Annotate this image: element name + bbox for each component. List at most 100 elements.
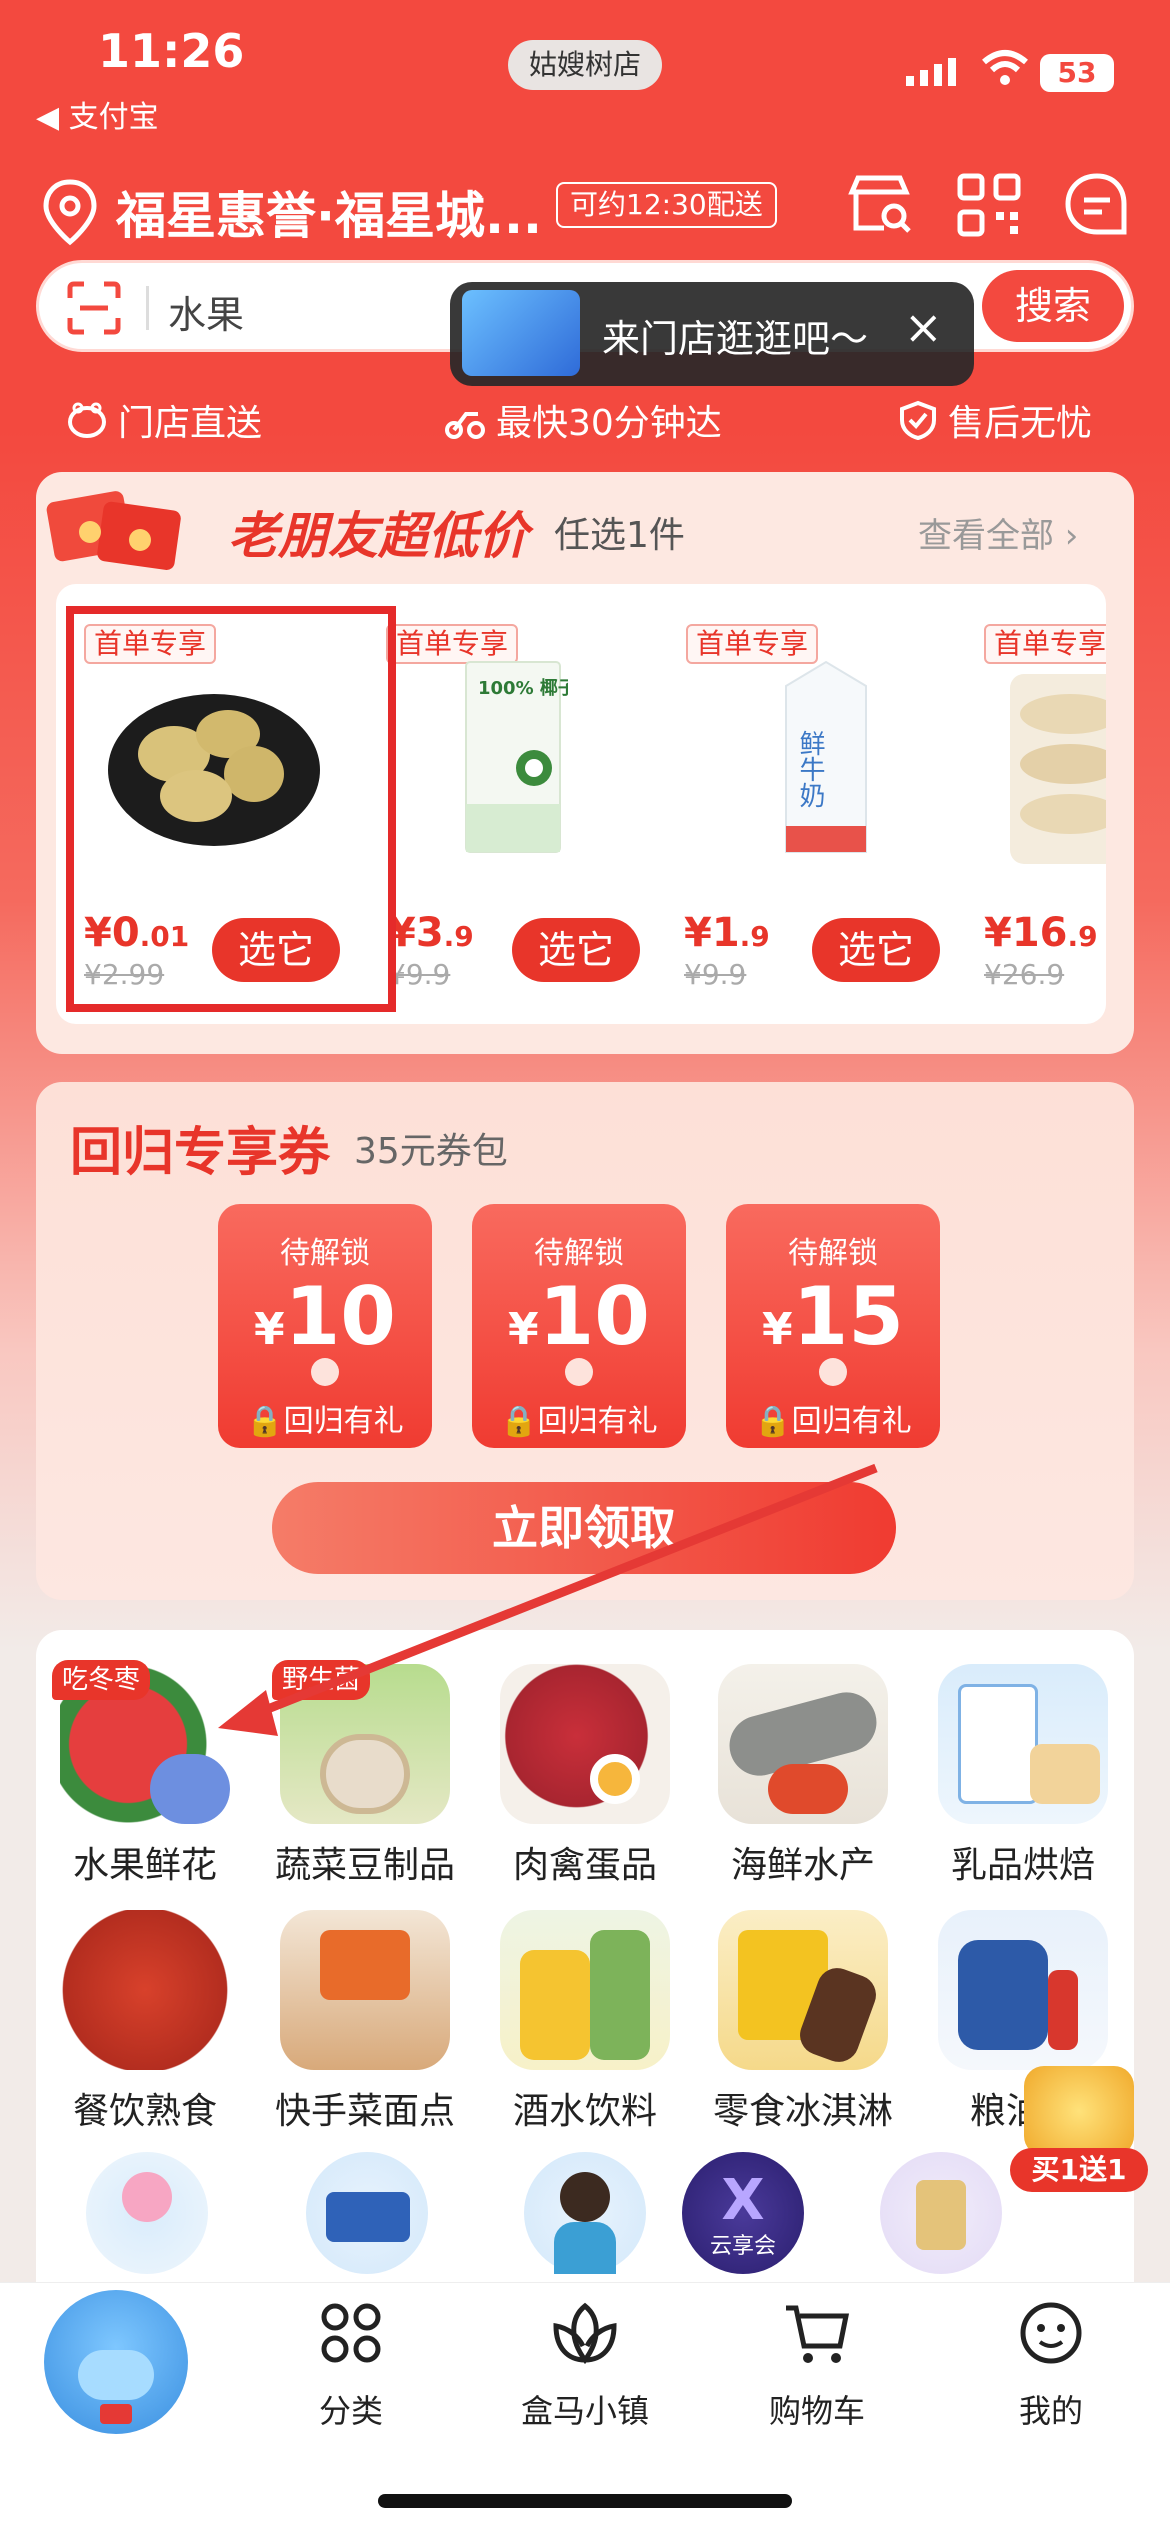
coupon-status: 待解锁 <box>280 1236 370 1271</box>
coupon-amount: ¥15 <box>762 1270 904 1363</box>
coupon-gift: 🔒回归有礼 <box>754 1404 912 1439</box>
lotus-root-icon <box>320 1734 410 1814</box>
uniform-icon <box>554 2222 616 2274</box>
first-order-tag: 首单专享 <box>984 624 1106 664</box>
nav-label-mine[interactable]: 我的 <box>951 2386 1151 2432</box>
dairy-bakery-category-icon[interactable] <box>938 1664 1108 1824</box>
trophy-icon <box>1024 2066 1134 2156</box>
store-name-pill: 姑嫂树店 <box>508 40 662 90</box>
scooter-icon <box>445 412 485 439</box>
category-label[interactable]: 快手菜面点 <box>255 2082 475 2134</box>
ice-cream-scoop-icon <box>122 2172 172 2222</box>
category-label[interactable]: 水果鲜花 <box>35 1836 255 1888</box>
tissue-pack-icon[interactable] <box>306 2152 428 2274</box>
crayfish-icon <box>768 1764 848 1814</box>
category-label[interactable]: 餐饮熟食 <box>35 2082 255 2134</box>
product-card-clipped[interactable]: 首单专享 ¥16.9 ¥26.9 <box>980 600 1106 1020</box>
view-all-link[interactable]: 查看全部 › <box>918 508 1078 557</box>
snack-icecream-category-icon[interactable] <box>718 1910 888 2070</box>
product-old-price: ¥9.9 <box>684 958 747 991</box>
message-icon[interactable] <box>1062 170 1132 240</box>
coupon-amount: ¥10 <box>254 1270 396 1363</box>
drinks-category-icon[interactable] <box>500 1910 670 2070</box>
coupon-notch <box>311 1358 339 1386</box>
buy-one-get-one-floating-badge[interactable]: 买1送1 <box>1004 2066 1154 2196</box>
pick-button[interactable]: 选它 <box>512 918 640 982</box>
feature-label: 售后无忧 <box>948 403 1093 444</box>
delivery-time-badge: 可约12:30配送 <box>556 182 777 228</box>
qr-code-icon[interactable] <box>954 170 1024 240</box>
delivery-address[interactable]: 福星惠誉·福星城... <box>116 176 542 248</box>
product-pack-text: 鲜牛奶 <box>795 730 825 808</box>
category-label[interactable]: 蔬菜豆制品 <box>255 1836 475 1888</box>
product-price: ¥3.9 <box>388 910 474 956</box>
category-label[interactable]: 乳品烘焙 <box>913 1836 1133 1888</box>
pick-button[interactable]: 选它 <box>812 918 940 982</box>
sunscreen-bottle-icon <box>916 2180 966 2250</box>
hippo-icon <box>68 402 106 438</box>
location-pin-icon[interactable] <box>40 178 100 248</box>
red-envelope-icon <box>46 491 181 570</box>
coconut-water-product-image[interactable]: 100% 椰子水 <box>458 656 568 856</box>
nav-label-hema-town[interactable]: 盒马小镇 <box>485 2386 685 2432</box>
feature-label: 最快30分钟达 <box>496 403 722 444</box>
grain-oil-category-icon[interactable] <box>938 1910 1108 2070</box>
lotus-town-icon[interactable] <box>550 2300 620 2366</box>
category-badge: 吃冬枣 <box>52 1660 151 1700</box>
promo-title: 老朋友超低价 <box>228 507 528 565</box>
scan-icon[interactable] <box>66 280 122 336</box>
claim-now-button[interactable]: 立即领取 <box>272 1482 896 1574</box>
category-label[interactable]: 零食冰淇淋 <box>693 2082 913 2134</box>
hippo-snout <box>78 2350 154 2400</box>
promo-subtitle: 任选1件 <box>554 515 685 556</box>
quick-meal-category-icon[interactable] <box>280 1910 450 2070</box>
beauty-care-icon[interactable] <box>880 2152 1002 2274</box>
person-icon <box>560 2172 610 2222</box>
coupon-gift: 🔒回归有礼 <box>246 1404 404 1439</box>
search-button[interactable]: 搜索 <box>982 270 1124 342</box>
ice-cream-cone-icon[interactable] <box>86 2152 208 2274</box>
hippo-home-avatar-icon[interactable] <box>44 2290 188 2434</box>
coupon-status: 待解锁 <box>534 1236 624 1271</box>
close-icon[interactable]: × <box>904 300 943 354</box>
deli-food-category-icon[interactable] <box>60 1910 230 2070</box>
feature-store-delivery: 门店直送 <box>66 394 262 446</box>
coupon-amount: ¥10 <box>508 1270 650 1363</box>
nav-label-cart[interactable]: 购物车 <box>717 2386 917 2432</box>
meat-egg-category-icon[interactable] <box>500 1664 670 1824</box>
hydrangea-icon <box>150 1754 230 1824</box>
seafood-category-icon[interactable] <box>718 1664 888 1824</box>
coupon-title: 回归专享券 <box>70 1123 331 1183</box>
bow-tie <box>100 2404 132 2424</box>
shopping-cart-icon[interactable] <box>782 2300 852 2366</box>
feature-label: 门店直送 <box>118 403 263 444</box>
profile-face-icon[interactable] <box>1016 2300 1086 2366</box>
category-label[interactable]: 酒水饮料 <box>475 2082 695 2134</box>
category-grid-icon[interactable] <box>318 2300 384 2366</box>
rice-bag-icon <box>958 1940 1048 2050</box>
fresh-milk-product-image[interactable]: 鲜牛奶 <box>776 656 876 856</box>
nav-label-category[interactable]: 分类 <box>251 2386 451 2432</box>
coupon-status: 待解锁 <box>788 1236 878 1271</box>
gift-badge-label: 买1送1 <box>1010 2148 1148 2192</box>
category-label[interactable]: 海鲜水产 <box>693 1836 913 1888</box>
cell-signal-icon <box>906 58 956 86</box>
coupon-notch <box>819 1358 847 1386</box>
product-old-price: ¥9.9 <box>388 958 451 991</box>
feature-fast-delivery: 最快30分钟达 <box>444 394 722 446</box>
egg-icon <box>590 1754 640 1804</box>
food-package-icon <box>320 1930 410 2000</box>
battery-indicator: 53 <box>1040 54 1114 92</box>
home-indicator <box>378 2494 792 2508</box>
back-to-alipay-link[interactable]: ◀ 支付宝 <box>36 92 159 136</box>
tooltip-text: 来门店逛逛吧～ <box>602 317 869 361</box>
product-old-price: ¥26.9 <box>984 958 1065 991</box>
coupon-subtitle: 35元券包 <box>354 1131 508 1172</box>
search-divider <box>146 286 149 330</box>
status-time: 11:26 <box>98 24 245 78</box>
yunxiang-club-icon[interactable]: 云享会 X <box>682 2152 804 2274</box>
store-search-icon[interactable] <box>844 170 914 240</box>
category-label[interactable]: 肉禽蛋品 <box>475 1836 695 1888</box>
search-input[interactable]: 水果 <box>168 284 244 339</box>
life-service-icon[interactable] <box>524 2152 646 2274</box>
